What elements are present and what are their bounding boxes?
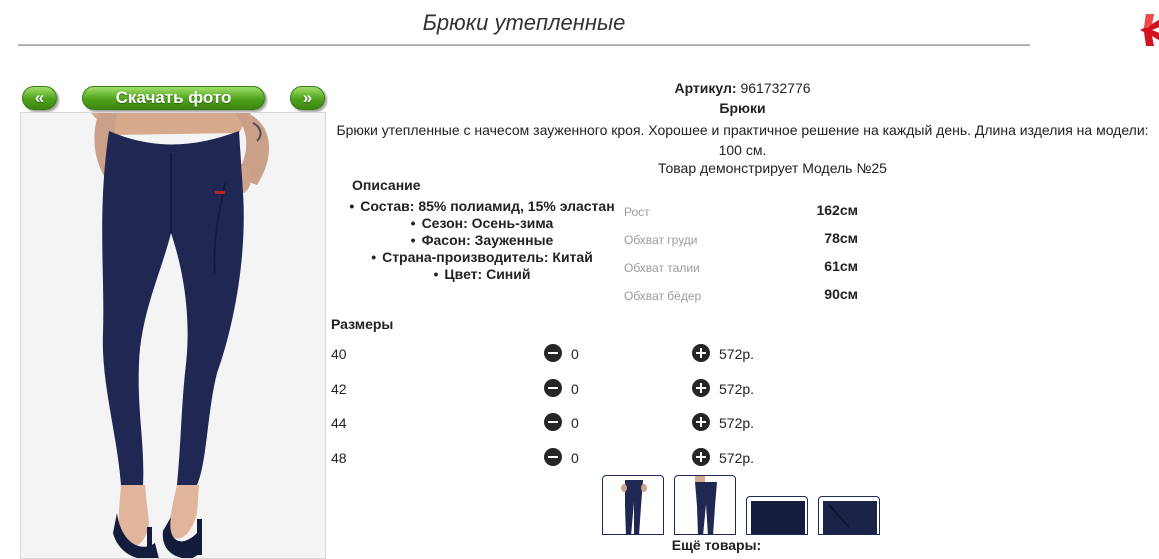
spec-item: Состав: 85% полиамид, 15% эластан: [326, 198, 628, 215]
size-price: 572р.: [719, 381, 755, 397]
size-row: 42 0 572р.: [331, 379, 781, 399]
size-price: 572р.: [719, 346, 755, 362]
product-photo[interactable]: [20, 112, 326, 559]
quantity-value: 0: [571, 381, 579, 397]
measurement-row: Обхват бёдер 90см: [624, 286, 864, 314]
size-price: 572р.: [719, 450, 755, 466]
size-row: 44 0 572р.: [331, 413, 781, 433]
size-price: 572р.: [719, 415, 755, 431]
minus-circle-icon[interactable]: [544, 448, 562, 466]
measurement-value: 162см: [816, 202, 858, 218]
product-category: Брюки: [719, 100, 766, 116]
specs-heading: Описание: [352, 177, 421, 193]
size-row: 48 0 572р.: [331, 448, 781, 468]
plus-circle-icon[interactable]: [692, 413, 710, 431]
size-label: 44: [331, 415, 347, 431]
quantity-value: 0: [571, 415, 579, 431]
sizes-heading: Размеры: [331, 316, 394, 332]
measurement-row: Обхват груди 78см: [624, 230, 864, 258]
download-photo-button[interactable]: Скачать фото: [82, 86, 265, 110]
model-measurements: Рост 162см Обхват груди 78см Обхват тали…: [624, 202, 864, 314]
measurement-value: 90см: [824, 286, 858, 302]
measurement-row: Обхват талии 61см: [624, 258, 864, 286]
measurement-row: Рост 162см: [624, 202, 864, 230]
measurement-label: Рост: [624, 205, 650, 219]
sku-value: 961732776: [740, 80, 811, 96]
measurement-label: Обхват груди: [624, 233, 698, 247]
plus-circle-icon[interactable]: [692, 379, 710, 397]
sku-line: Артикул: 961732776: [326, 80, 1159, 96]
measurement-label: Обхват бёдер: [624, 289, 702, 303]
spec-item: Фасон: Зауженные: [326, 232, 628, 249]
quantity-value: 0: [571, 450, 579, 466]
size-label: 48: [331, 450, 347, 466]
more-products-heading: Ещё товары:: [671, 537, 762, 553]
size-label: 42: [331, 381, 347, 397]
thumbnail-detail[interactable]: [818, 496, 880, 535]
plus-circle-icon[interactable]: [692, 344, 710, 362]
quantity-value: 0: [571, 346, 579, 362]
sku-label: Артикул:: [674, 80, 737, 96]
plus-circle-icon[interactable]: [692, 448, 710, 466]
minus-circle-icon[interactable]: [544, 344, 562, 362]
product-description: Брюки утепленные с начесом зауженного кр…: [336, 122, 1149, 158]
minus-circle-icon[interactable]: [544, 413, 562, 431]
size-label: 40: [331, 346, 347, 362]
prev-photo-button[interactable]: «: [22, 86, 57, 110]
next-photo-button[interactable]: »: [290, 86, 325, 110]
thumbnail-fabric[interactable]: [746, 496, 808, 535]
title-divider: [18, 44, 1030, 46]
measurement-value: 78см: [824, 230, 858, 246]
spec-item: Цвет: Синий: [326, 266, 628, 283]
measurement-value: 61см: [824, 258, 858, 274]
spec-item: Страна-производитель: Китай: [326, 249, 628, 266]
measurement-label: Обхват талии: [624, 261, 700, 275]
thumbnail-back[interactable]: [674, 475, 736, 535]
model-note: Товар демонстрирует Модель №25: [658, 160, 887, 176]
spec-item: Сезон: Осень-зима: [326, 215, 628, 232]
thumbnail-front[interactable]: [602, 475, 664, 535]
close-icon[interactable]: [1140, 14, 1159, 46]
size-row: 40 0 572р.: [331, 344, 781, 364]
minus-circle-icon[interactable]: [544, 379, 562, 397]
specs-list: Состав: 85% полиамид, 15% эластан Сезон:…: [326, 198, 628, 283]
page-title: Брюки утепленные: [422, 10, 626, 35]
